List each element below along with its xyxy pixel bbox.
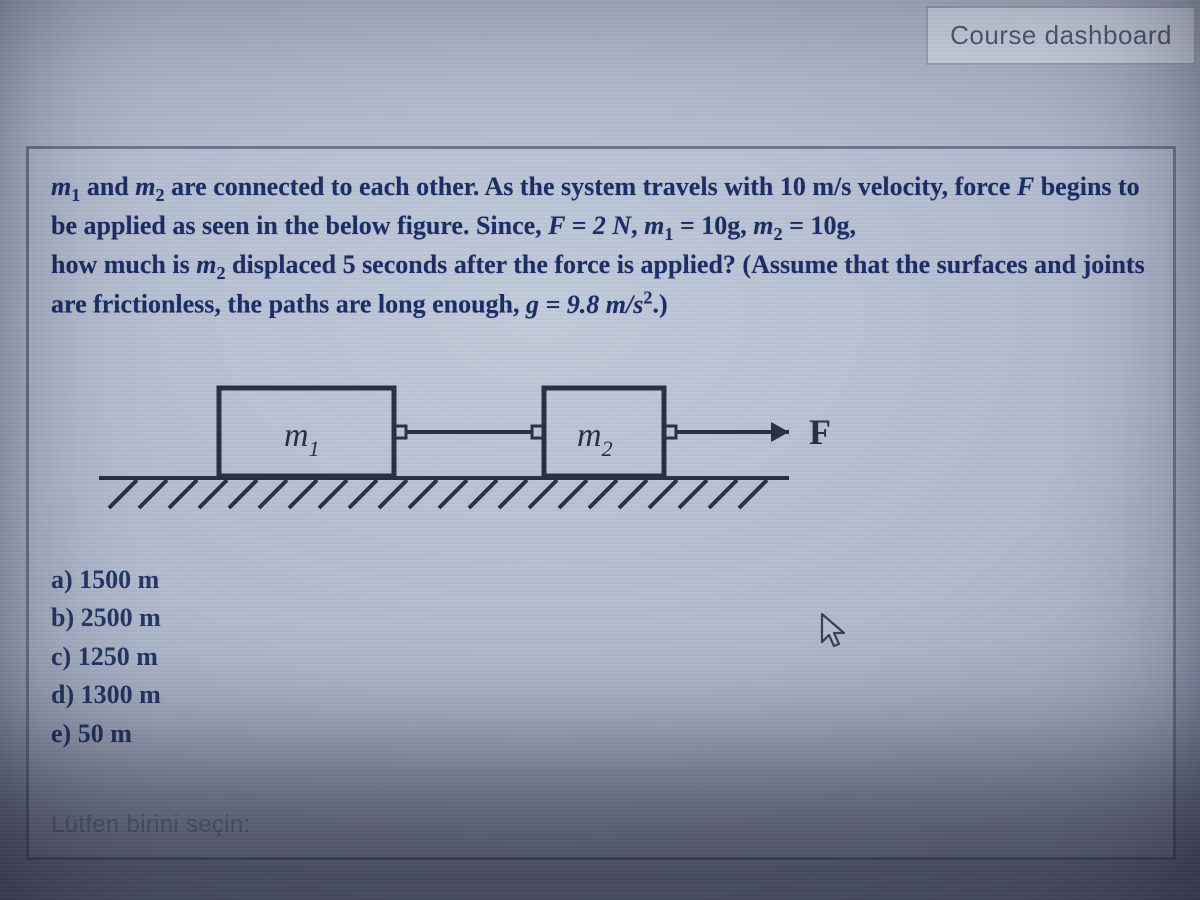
question-card: m1 and m2 are connected to each other. A…: [26, 146, 1176, 860]
svg-text:F: F: [809, 412, 831, 452]
svg-text:m1: m1: [284, 417, 320, 461]
value-g: g = 9.8 m/s2: [526, 290, 652, 319]
svg-text:m2: m2: [577, 417, 613, 461]
course-dashboard-button[interactable]: Course dashboard: [926, 6, 1196, 65]
option-e[interactable]: e) 50 m: [51, 716, 1151, 752]
select-prompt: Lütfen birini seçin:: [51, 811, 250, 839]
var-F: F: [1017, 172, 1034, 201]
answer-options: a) 1500 m b) 2500 m c) 1250 m d) 1300 m …: [51, 562, 1151, 752]
option-b[interactable]: b) 2500 m: [51, 600, 1151, 636]
option-d[interactable]: d) 1300 m: [51, 677, 1151, 713]
var-m1: m1: [51, 172, 80, 201]
question-text: m1 and m2 are connected to each other. A…: [51, 169, 1151, 322]
value-force: F = 2 N: [548, 211, 631, 240]
cursor-icon: [818, 612, 850, 652]
option-a[interactable]: a) 1500 m: [51, 562, 1151, 598]
var-m2: m2: [135, 172, 164, 201]
value-time: 5 seconds: [343, 250, 448, 279]
value-velocity: 10 m/s: [780, 172, 852, 201]
option-c[interactable]: c) 1250 m: [51, 639, 1151, 675]
problem-figure: m1 m2 F: [79, 358, 899, 528]
